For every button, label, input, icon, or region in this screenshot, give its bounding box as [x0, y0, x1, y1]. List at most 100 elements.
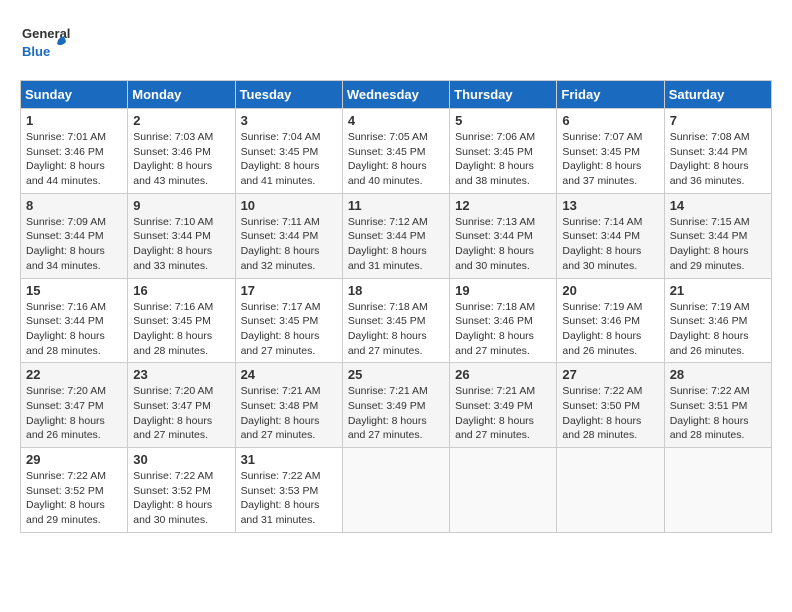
- day-number: 28: [670, 367, 766, 382]
- day-number: 24: [241, 367, 337, 382]
- day-info: Sunrise: 7:06 AM Sunset: 3:45 PM Dayligh…: [455, 131, 535, 187]
- day-number: 23: [133, 367, 229, 382]
- header: General Blue: [20, 20, 772, 70]
- day-info: Sunrise: 7:21 AM Sunset: 3:49 PM Dayligh…: [455, 385, 535, 441]
- day-number: 1: [26, 113, 122, 128]
- calendar-cell: 28 Sunrise: 7:22 AM Sunset: 3:51 PM Dayl…: [664, 363, 771, 448]
- day-number: 21: [670, 283, 766, 298]
- day-info: Sunrise: 7:08 AM Sunset: 3:44 PM Dayligh…: [670, 131, 750, 187]
- day-info: Sunrise: 7:15 AM Sunset: 3:44 PM Dayligh…: [670, 216, 750, 272]
- calendar-header-monday: Monday: [128, 81, 235, 109]
- day-info: Sunrise: 7:04 AM Sunset: 3:45 PM Dayligh…: [241, 131, 321, 187]
- day-number: 25: [348, 367, 444, 382]
- day-info: Sunrise: 7:22 AM Sunset: 3:50 PM Dayligh…: [562, 385, 642, 441]
- day-number: 29: [26, 452, 122, 467]
- day-info: Sunrise: 7:20 AM Sunset: 3:47 PM Dayligh…: [133, 385, 213, 441]
- day-info: Sunrise: 7:11 AM Sunset: 3:44 PM Dayligh…: [241, 216, 320, 272]
- calendar-cell: 16 Sunrise: 7:16 AM Sunset: 3:45 PM Dayl…: [128, 278, 235, 363]
- calendar-cell: 6 Sunrise: 7:07 AM Sunset: 3:45 PM Dayli…: [557, 109, 664, 194]
- logo-svg: General Blue: [20, 20, 70, 70]
- day-number: 31: [241, 452, 337, 467]
- calendar-cell: 24 Sunrise: 7:21 AM Sunset: 3:48 PM Dayl…: [235, 363, 342, 448]
- calendar-cell: 29 Sunrise: 7:22 AM Sunset: 3:52 PM Dayl…: [21, 448, 128, 533]
- day-number: 17: [241, 283, 337, 298]
- day-number: 16: [133, 283, 229, 298]
- day-info: Sunrise: 7:07 AM Sunset: 3:45 PM Dayligh…: [562, 131, 642, 187]
- calendar-cell: 4 Sunrise: 7:05 AM Sunset: 3:45 PM Dayli…: [342, 109, 449, 194]
- day-number: 15: [26, 283, 122, 298]
- day-number: 12: [455, 198, 551, 213]
- day-number: 11: [348, 198, 444, 213]
- day-number: 14: [670, 198, 766, 213]
- calendar-cell: 14 Sunrise: 7:15 AM Sunset: 3:44 PM Dayl…: [664, 193, 771, 278]
- day-number: 30: [133, 452, 229, 467]
- calendar-cell: 3 Sunrise: 7:04 AM Sunset: 3:45 PM Dayli…: [235, 109, 342, 194]
- day-info: Sunrise: 7:22 AM Sunset: 3:53 PM Dayligh…: [241, 470, 321, 526]
- calendar-cell: [664, 448, 771, 533]
- calendar-cell: 17 Sunrise: 7:17 AM Sunset: 3:45 PM Dayl…: [235, 278, 342, 363]
- day-info: Sunrise: 7:22 AM Sunset: 3:52 PM Dayligh…: [133, 470, 213, 526]
- calendar-cell: 2 Sunrise: 7:03 AM Sunset: 3:46 PM Dayli…: [128, 109, 235, 194]
- calendar-cell: 15 Sunrise: 7:16 AM Sunset: 3:44 PM Dayl…: [21, 278, 128, 363]
- calendar-week-4: 22 Sunrise: 7:20 AM Sunset: 3:47 PM Dayl…: [21, 363, 772, 448]
- day-info: Sunrise: 7:14 AM Sunset: 3:44 PM Dayligh…: [562, 216, 642, 272]
- day-number: 13: [562, 198, 658, 213]
- day-number: 2: [133, 113, 229, 128]
- day-info: Sunrise: 7:09 AM Sunset: 3:44 PM Dayligh…: [26, 216, 106, 272]
- calendar-cell: 31 Sunrise: 7:22 AM Sunset: 3:53 PM Dayl…: [235, 448, 342, 533]
- calendar-cell: 19 Sunrise: 7:18 AM Sunset: 3:46 PM Dayl…: [450, 278, 557, 363]
- day-number: 8: [26, 198, 122, 213]
- calendar: SundayMondayTuesdayWednesdayThursdayFrid…: [20, 80, 772, 533]
- day-number: 9: [133, 198, 229, 213]
- calendar-header-wednesday: Wednesday: [342, 81, 449, 109]
- calendar-header-sunday: Sunday: [21, 81, 128, 109]
- calendar-week-5: 29 Sunrise: 7:22 AM Sunset: 3:52 PM Dayl…: [21, 448, 772, 533]
- calendar-cell: 12 Sunrise: 7:13 AM Sunset: 3:44 PM Dayl…: [450, 193, 557, 278]
- day-number: 19: [455, 283, 551, 298]
- calendar-header-row: SundayMondayTuesdayWednesdayThursdayFrid…: [21, 81, 772, 109]
- calendar-week-3: 15 Sunrise: 7:16 AM Sunset: 3:44 PM Dayl…: [21, 278, 772, 363]
- day-number: 10: [241, 198, 337, 213]
- day-number: 6: [562, 113, 658, 128]
- calendar-cell: 1 Sunrise: 7:01 AM Sunset: 3:46 PM Dayli…: [21, 109, 128, 194]
- day-number: 18: [348, 283, 444, 298]
- calendar-header-tuesday: Tuesday: [235, 81, 342, 109]
- day-info: Sunrise: 7:22 AM Sunset: 3:52 PM Dayligh…: [26, 470, 106, 526]
- calendar-cell: 21 Sunrise: 7:19 AM Sunset: 3:46 PM Dayl…: [664, 278, 771, 363]
- calendar-week-1: 1 Sunrise: 7:01 AM Sunset: 3:46 PM Dayli…: [21, 109, 772, 194]
- calendar-cell: [557, 448, 664, 533]
- day-number: 20: [562, 283, 658, 298]
- day-number: 7: [670, 113, 766, 128]
- calendar-cell: 8 Sunrise: 7:09 AM Sunset: 3:44 PM Dayli…: [21, 193, 128, 278]
- calendar-cell: 25 Sunrise: 7:21 AM Sunset: 3:49 PM Dayl…: [342, 363, 449, 448]
- day-number: 3: [241, 113, 337, 128]
- calendar-cell: [450, 448, 557, 533]
- calendar-header-saturday: Saturday: [664, 81, 771, 109]
- calendar-cell: 13 Sunrise: 7:14 AM Sunset: 3:44 PM Dayl…: [557, 193, 664, 278]
- day-info: Sunrise: 7:10 AM Sunset: 3:44 PM Dayligh…: [133, 216, 213, 272]
- day-info: Sunrise: 7:03 AM Sunset: 3:46 PM Dayligh…: [133, 131, 213, 187]
- logo: General Blue: [20, 20, 70, 70]
- day-number: 4: [348, 113, 444, 128]
- calendar-cell: 20 Sunrise: 7:19 AM Sunset: 3:46 PM Dayl…: [557, 278, 664, 363]
- day-info: Sunrise: 7:13 AM Sunset: 3:44 PM Dayligh…: [455, 216, 535, 272]
- calendar-cell: 26 Sunrise: 7:21 AM Sunset: 3:49 PM Dayl…: [450, 363, 557, 448]
- day-number: 5: [455, 113, 551, 128]
- calendar-body: 1 Sunrise: 7:01 AM Sunset: 3:46 PM Dayli…: [21, 109, 772, 533]
- day-info: Sunrise: 7:20 AM Sunset: 3:47 PM Dayligh…: [26, 385, 106, 441]
- calendar-header-thursday: Thursday: [450, 81, 557, 109]
- day-info: Sunrise: 7:22 AM Sunset: 3:51 PM Dayligh…: [670, 385, 750, 441]
- calendar-cell: 18 Sunrise: 7:18 AM Sunset: 3:45 PM Dayl…: [342, 278, 449, 363]
- day-number: 22: [26, 367, 122, 382]
- day-info: Sunrise: 7:18 AM Sunset: 3:46 PM Dayligh…: [455, 301, 535, 357]
- day-info: Sunrise: 7:12 AM Sunset: 3:44 PM Dayligh…: [348, 216, 428, 272]
- calendar-cell: [342, 448, 449, 533]
- day-info: Sunrise: 7:17 AM Sunset: 3:45 PM Dayligh…: [241, 301, 321, 357]
- calendar-cell: 7 Sunrise: 7:08 AM Sunset: 3:44 PM Dayli…: [664, 109, 771, 194]
- day-info: Sunrise: 7:19 AM Sunset: 3:46 PM Dayligh…: [562, 301, 642, 357]
- day-info: Sunrise: 7:21 AM Sunset: 3:48 PM Dayligh…: [241, 385, 321, 441]
- day-info: Sunrise: 7:05 AM Sunset: 3:45 PM Dayligh…: [348, 131, 428, 187]
- svg-text:Blue: Blue: [22, 44, 50, 59]
- calendar-cell: 9 Sunrise: 7:10 AM Sunset: 3:44 PM Dayli…: [128, 193, 235, 278]
- day-info: Sunrise: 7:16 AM Sunset: 3:44 PM Dayligh…: [26, 301, 106, 357]
